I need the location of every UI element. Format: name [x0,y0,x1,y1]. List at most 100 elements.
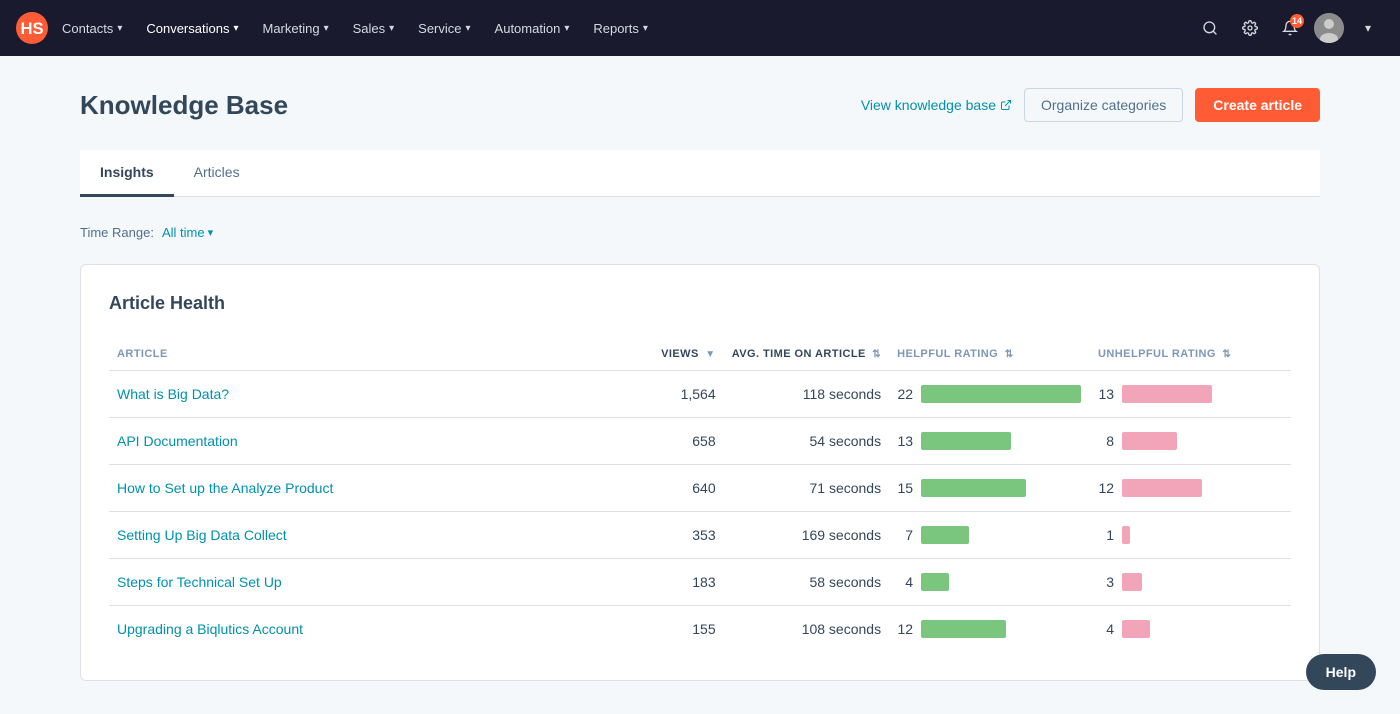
unhelpful-rating-num-2: 12 [1098,480,1114,496]
article-link-1[interactable]: API Documentation [117,433,238,449]
article-cell-2: How to Set up the Analyze Product [109,465,605,512]
article-link-3[interactable]: Setting Up Big Data Collect [117,527,287,543]
helpful-rating-container-0: 22 [897,385,1082,403]
helpful-bar-container-4 [921,573,949,591]
unhelpful-cell-2: 12 [1090,465,1291,512]
unhelpful-bar-container-1 [1122,432,1177,450]
unhelpful-rating-container-2: 12 [1098,479,1283,497]
helpful-rating-container-5: 12 [897,620,1082,638]
avatar[interactable] [1314,13,1344,43]
col-header-avgtime[interactable]: Avg. Time on Article ⇅ [724,338,889,371]
help-button[interactable]: Help [1306,654,1376,690]
article-link-2[interactable]: How to Set up the Analyze Product [117,480,333,496]
nav-service[interactable]: Service ▾ [408,15,480,42]
unhelpful-rating-num-1: 8 [1098,433,1114,449]
unhelpful-rating-container-4: 3 [1098,573,1283,591]
nav-reports[interactable]: Reports ▾ [583,15,658,42]
filters-row: Time Range: All time ▾ [80,217,1320,248]
unhelpful-bar-2 [1122,479,1202,497]
hubspot-logo[interactable]: HS [16,12,48,44]
helpful-cell-1: 13 [889,418,1090,465]
sort-icon-helpful: ⇅ [1005,349,1014,360]
article-link-4[interactable]: Steps for Technical Set Up [117,574,282,590]
avgtime-cell-4: 58 seconds [724,559,889,606]
table-row: How to Set up the Analyze Product 640 71… [109,465,1291,512]
helpful-bar-container-3 [921,526,969,544]
helpful-bar-container-2 [921,479,1026,497]
col-header-helpful[interactable]: Helpful Rating ⇅ [889,338,1090,371]
unhelpful-rating-num-4: 3 [1098,574,1114,590]
nav-right-actions: 14 ▾ [1194,12,1384,44]
unhelpful-bar-0 [1122,385,1212,403]
views-cell-5: 155 [605,606,723,653]
sort-icon-views: ▼ [705,349,715,360]
unhelpful-bar-4 [1122,573,1142,591]
helpful-cell-3: 7 [889,512,1090,559]
unhelpful-rating-num-3: 1 [1098,527,1114,543]
helpful-bar-container-5 [921,620,1006,638]
tab-insights[interactable]: Insights [80,150,174,197]
search-button[interactable] [1194,12,1226,44]
unhelpful-cell-3: 1 [1090,512,1291,559]
notifications-button[interactable]: 14 [1274,12,1306,44]
tabs-container: Insights Articles [80,150,1320,197]
article-link-5[interactable]: Upgrading a Biqlutics Account [117,621,303,637]
account-chevron[interactable]: ▾ [1352,12,1384,44]
chevron-down-icon: ▾ [233,23,238,34]
helpful-rating-num-2: 15 [897,480,913,496]
time-range-dropdown[interactable]: All time ▾ [162,225,213,240]
article-cell-1: API Documentation [109,418,605,465]
helpful-rating-container-3: 7 [897,526,1082,544]
unhelpful-bar-3 [1122,526,1130,544]
sort-icon-unhelpful: ⇅ [1222,349,1231,360]
views-cell-1: 658 [605,418,723,465]
helpful-rating-num-0: 22 [897,386,913,402]
unhelpful-bar-container-0 [1122,385,1212,403]
unhelpful-bar-container-5 [1122,620,1150,638]
nav-contacts[interactable]: Contacts ▾ [52,15,132,42]
chevron-down-icon: ▾ [564,23,569,34]
sort-icon-avgtime: ⇅ [872,349,881,360]
article-cell-0: What is Big Data? [109,371,605,418]
unhelpful-cell-4: 3 [1090,559,1291,606]
tab-articles[interactable]: Articles [174,150,260,197]
unhelpful-cell-1: 8 [1090,418,1291,465]
helpful-cell-0: 22 [889,371,1090,418]
helpful-bar-1 [921,432,1011,450]
unhelpful-rating-num-0: 13 [1098,386,1114,402]
helpful-rating-num-3: 7 [897,527,913,543]
table-row: Steps for Technical Set Up 183 58 second… [109,559,1291,606]
create-article-button[interactable]: Create article [1195,88,1320,122]
views-cell-2: 640 [605,465,723,512]
views-cell-0: 1,564 [605,371,723,418]
article-cell-4: Steps for Technical Set Up [109,559,605,606]
col-header-article: Article [109,338,605,371]
nav-marketing[interactable]: Marketing ▾ [252,15,338,42]
unhelpful-rating-container-1: 8 [1098,432,1283,450]
unhelpful-bar-container-2 [1122,479,1202,497]
nav-sales[interactable]: Sales ▾ [343,15,405,42]
article-link-0[interactable]: What is Big Data? [117,386,229,402]
nav-automation[interactable]: Automation ▾ [485,15,580,42]
view-knowledge-base-link[interactable]: View knowledge base [861,97,1012,113]
unhelpful-bar-5 [1122,620,1150,638]
col-header-views[interactable]: Views ▼ [605,338,723,371]
table-row: API Documentation 658 54 seconds 13 8 [109,418,1291,465]
helpful-bar-container-0 [921,385,1081,403]
organize-categories-button[interactable]: Organize categories [1024,88,1183,122]
table-row: Setting Up Big Data Collect 353 169 seco… [109,512,1291,559]
nav-conversations[interactable]: Conversations ▾ [136,15,248,42]
col-header-unhelpful[interactable]: Unhelpful Rating ⇅ [1090,338,1291,371]
helpful-rating-container-1: 13 [897,432,1082,450]
helpful-rating-num-4: 4 [897,574,913,590]
chevron-down-icon: ▾ [324,23,329,34]
article-cell-5: Upgrading a Biqlutics Account [109,606,605,653]
table-row: Upgrading a Biqlutics Account 155 108 se… [109,606,1291,653]
header-actions: View knowledge base Organize categories … [861,88,1320,122]
helpful-rating-container-2: 15 [897,479,1082,497]
settings-button[interactable] [1234,12,1266,44]
article-health-title: Article Health [109,293,1291,314]
chevron-down-icon: ▾ [466,23,471,34]
article-health-table: Article Views ▼ Avg. Time on Article ⇅ H… [109,338,1291,652]
page-title: Knowledge Base [80,90,288,121]
